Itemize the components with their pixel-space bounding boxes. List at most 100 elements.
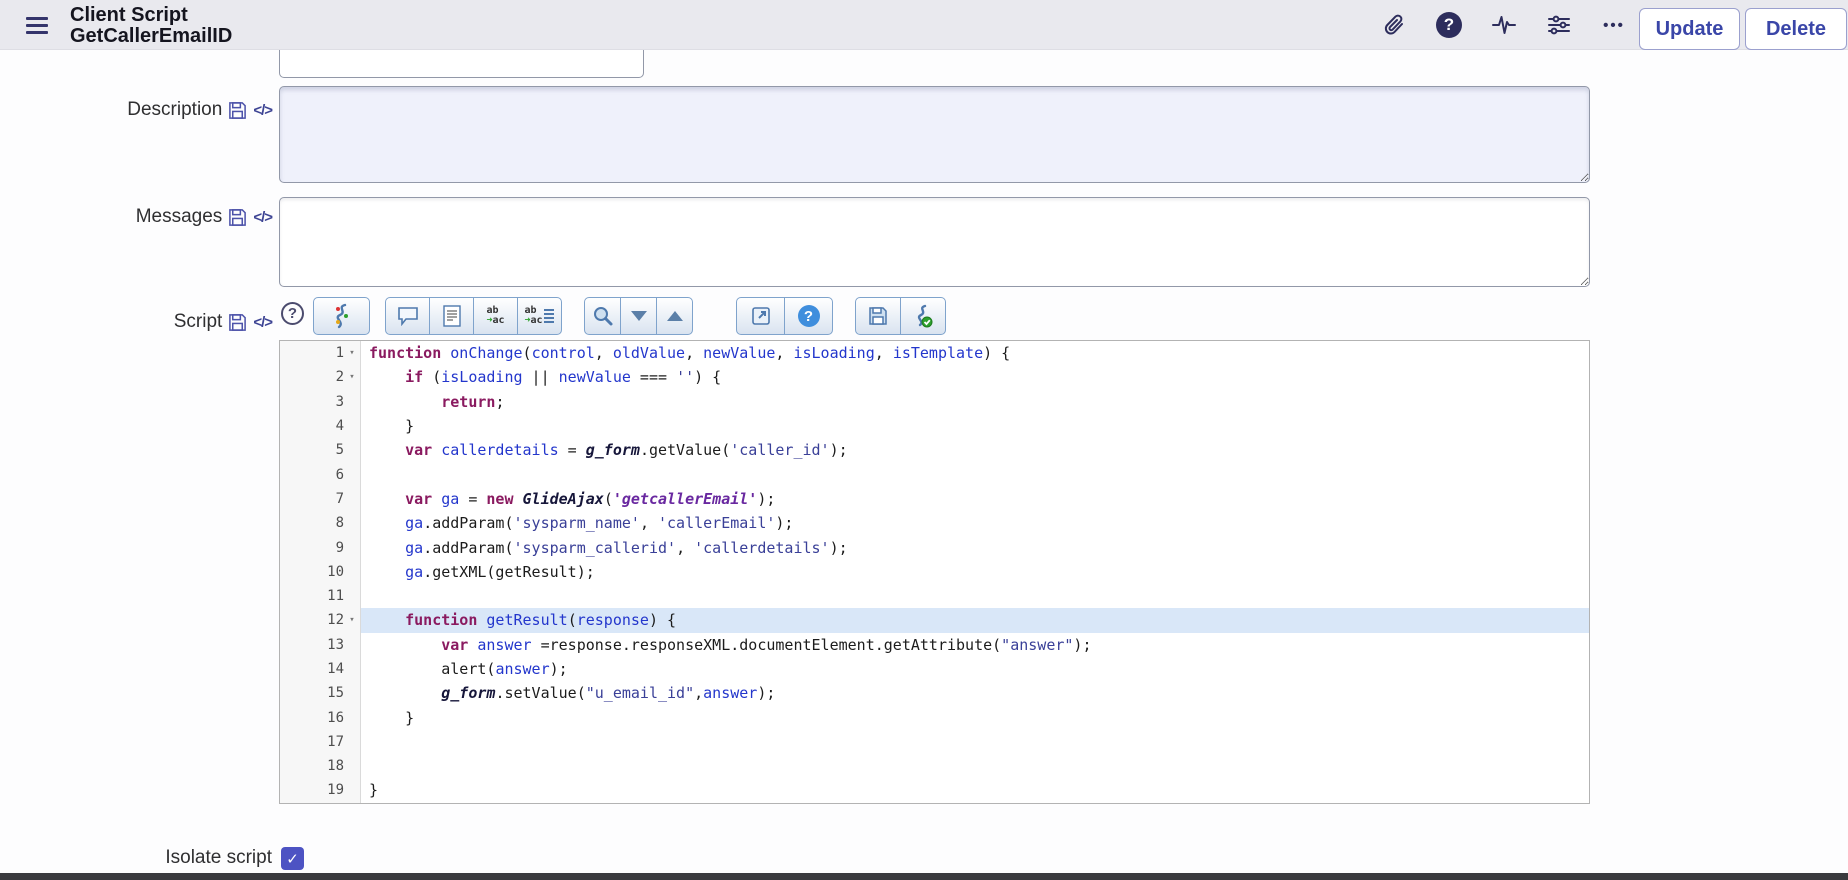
line-number: 19 bbox=[327, 782, 344, 799]
open-window-button[interactable] bbox=[736, 297, 785, 335]
find-next-button[interactable] bbox=[620, 297, 657, 335]
fold-arrow-icon[interactable]: ▾ bbox=[344, 372, 360, 382]
code-line[interactable]: 13 var answer =response.responseXML.docu… bbox=[280, 632, 1589, 657]
line-number-gutter: 16 bbox=[280, 705, 361, 730]
line-number: 3 bbox=[335, 393, 344, 410]
line-number-gutter: 5 bbox=[280, 438, 361, 463]
messages-label-row: Messages </> bbox=[0, 206, 273, 228]
code-text: g_form .setValue("u_email_id", answer); bbox=[441, 684, 776, 703]
chevron-down-icon bbox=[630, 311, 647, 321]
format-code-button[interactable] bbox=[313, 297, 370, 335]
chevron-up-icon bbox=[666, 311, 683, 321]
code-line[interactable]: 15 g_form .setValue("u_email_id", answer); bbox=[280, 681, 1589, 706]
save-field-icon[interactable] bbox=[228, 101, 247, 120]
code-line[interactable]: 3 return; bbox=[280, 389, 1589, 414]
code-line[interactable]: 7 var ga = new GlideAjax('getcallerEmail… bbox=[280, 486, 1589, 512]
line-number-gutter: 7 bbox=[280, 486, 361, 512]
code-line[interactable]: 8 ga .addParam('sysparm_name', 'callerEma… bbox=[280, 511, 1589, 536]
attachment-icon[interactable] bbox=[1378, 9, 1410, 41]
line-number-gutter: 13 bbox=[280, 632, 361, 657]
line-number: 4 bbox=[335, 418, 344, 435]
code-text: function onChange(control, oldValue, new… bbox=[369, 344, 1011, 363]
line-number-gutter: 14 bbox=[280, 656, 361, 682]
record-type: Client Script bbox=[70, 4, 188, 26]
save-script-button[interactable] bbox=[855, 297, 901, 335]
line-number: 10 bbox=[327, 563, 344, 580]
description-textarea[interactable] bbox=[279, 86, 1590, 183]
code-line[interactable]: 5 var callerdetails = g_form .getValue('c… bbox=[280, 438, 1589, 463]
document-button[interactable] bbox=[429, 297, 474, 335]
activity-icon[interactable] bbox=[1488, 9, 1520, 41]
line-number-gutter: 10 bbox=[280, 559, 361, 584]
messages-textarea[interactable] bbox=[279, 197, 1590, 287]
code-toggle-icon[interactable]: </> bbox=[253, 209, 273, 226]
code-line[interactable]: 17 bbox=[280, 729, 1589, 755]
code-line[interactable]: 1 ▾ function onChange(control, oldValue, n… bbox=[280, 341, 1589, 366]
replace-all-button[interactable]: ab ➜ac bbox=[517, 297, 562, 335]
find-previous-button[interactable] bbox=[656, 297, 693, 335]
line-number-gutter: 12 ▾ bbox=[280, 608, 361, 633]
line-number: 17 bbox=[327, 733, 344, 750]
line-number: 5 bbox=[335, 442, 344, 459]
line-number: 18 bbox=[327, 758, 344, 775]
code-text: ga .getXML(getResult); bbox=[405, 562, 595, 581]
line-number: 15 bbox=[327, 685, 344, 702]
validate-script-button[interactable] bbox=[900, 297, 946, 335]
line-number: 2 bbox=[335, 369, 344, 386]
script-label: Script bbox=[173, 311, 223, 332]
code-line[interactable]: 12 ▾ function getResult(response) { bbox=[280, 608, 1589, 633]
code-line[interactable]: 11 bbox=[280, 583, 1589, 609]
description-label-row: Description </> bbox=[0, 99, 273, 121]
save-field-icon[interactable] bbox=[228, 313, 247, 332]
isolate-script-checkbox[interactable]: ✓ bbox=[281, 847, 304, 870]
code-line[interactable]: 10 ga .getXML(getResult); bbox=[280, 559, 1589, 584]
description-label: Description bbox=[127, 99, 223, 120]
save-field-icon[interactable] bbox=[228, 208, 247, 227]
code-text: var ga = new GlideAjax('getcallerEmail')… bbox=[405, 489, 776, 508]
comment-button[interactable] bbox=[385, 297, 430, 335]
editor-help-button[interactable]: ? bbox=[784, 297, 833, 335]
code-line[interactable]: 19} bbox=[280, 778, 1589, 803]
fold-arrow-icon[interactable]: ▾ bbox=[344, 348, 360, 358]
line-number-gutter: 19 bbox=[280, 778, 361, 803]
line-number-gutter: 9 bbox=[280, 535, 361, 560]
code-line[interactable]: 4 } bbox=[280, 413, 1589, 439]
code-toggle-icon[interactable]: </> bbox=[253, 314, 273, 331]
code-line[interactable]: 14 alert(answer); bbox=[280, 656, 1589, 682]
script-editor[interactable]: 1 ▾ function onChange(control, oldValue, n… bbox=[279, 340, 1590, 804]
code-text: } bbox=[369, 417, 415, 436]
line-number-gutter: 6 bbox=[280, 462, 361, 487]
client-script-form: Client Script GetCallerEmailID ? ••• Upd… bbox=[0, 0, 1848, 880]
script-editor-toolbar: ? ab ➜ac ab ➜ac ? bbox=[279, 296, 1590, 340]
editor-help-icon[interactable]: ? bbox=[281, 302, 304, 325]
fold-arrow-icon[interactable]: ▾ bbox=[344, 615, 360, 625]
search-button[interactable] bbox=[584, 297, 621, 335]
page-title: Client Script GetCallerEmailID bbox=[70, 5, 232, 47]
script-label-row: Script </> bbox=[0, 311, 273, 333]
code-text: alert(answer); bbox=[369, 660, 568, 678]
sliders-icon[interactable] bbox=[1543, 9, 1575, 41]
help-icon[interactable]: ? bbox=[1433, 9, 1465, 41]
line-number-gutter: 4 bbox=[280, 413, 361, 439]
form-header: Client Script GetCallerEmailID ? ••• Upd… bbox=[0, 0, 1848, 50]
menu-icon[interactable] bbox=[26, 17, 48, 34]
help-circle-icon: ? bbox=[797, 305, 820, 327]
line-number: 6 bbox=[335, 466, 344, 483]
more-icon[interactable]: ••• bbox=[1598, 9, 1630, 41]
record-name: GetCallerEmailID bbox=[70, 25, 233, 47]
code-line[interactable]: 6 bbox=[280, 462, 1589, 487]
line-number-gutter: 11 bbox=[280, 583, 361, 609]
delete-button[interactable]: Delete bbox=[1745, 8, 1847, 50]
update-button[interactable]: Update bbox=[1639, 8, 1740, 50]
replace-button[interactable]: ab ➜ac bbox=[473, 297, 518, 335]
isolate-script-label-row: Isolate script bbox=[0, 845, 272, 871]
code-line[interactable]: 9 ga .addParam('sysparm_callerid', 'calle… bbox=[280, 535, 1589, 560]
code-toggle-icon[interactable]: </> bbox=[253, 102, 273, 119]
code-text: if (isLoading || newValue === '') { bbox=[405, 368, 722, 387]
code-text: var answer =response.responseXML.documen… bbox=[441, 635, 1092, 654]
code-line[interactable]: 18 bbox=[280, 754, 1589, 779]
code-line[interactable]: 2 ▾ if (isLoading || newValue === '') { bbox=[280, 365, 1589, 390]
code-line[interactable]: 16 } bbox=[280, 705, 1589, 730]
